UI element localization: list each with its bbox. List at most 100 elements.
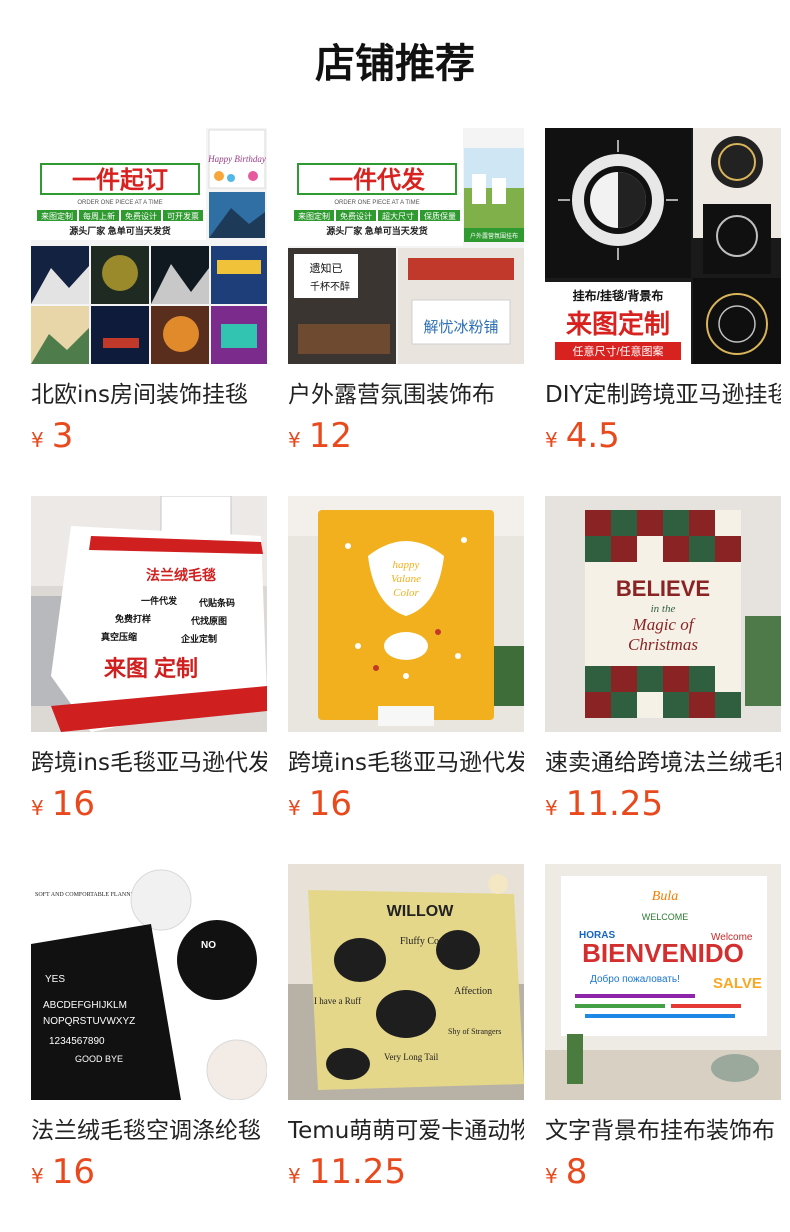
product-name[interactable]: Temu萌萌可爱卡通动物毛毯 [288,1116,524,1146]
product-price: ¥8 [545,1152,587,1192]
product-price: ¥11.25 [545,784,663,824]
svg-text:Fluffy Coat: Fluffy Coat [400,936,446,947]
svg-text:来图定制: 来图定制 [566,309,670,339]
page-title: 店铺推荐 [315,41,475,87]
product-card[interactable]: 挂布/挂毯/背景布 来图定制 任意尺寸/任意图案 DIY定制跨境亚马逊挂毯 ¥4… [545,128,781,456]
svg-text:保质保量: 保质保量 [424,211,456,221]
product-image[interactable]: 挂布/挂毯/背景布 来图定制 任意尺寸/任意图案 [545,128,781,364]
svg-text:Color: Color [393,587,419,599]
currency-symbol: ¥ [545,428,558,452]
product-price: ¥16 [31,784,95,824]
product-card[interactable]: 法兰绒毛毯 一件代发 代贴条码 免费打样 代找原图 真空压缩 企业定制 来图 定… [31,496,267,824]
product-name[interactable]: 北欧ins房间装饰挂毯 [31,380,267,410]
svg-text:Happy Birthday: Happy Birthday [207,154,266,164]
svg-text:NOPQRSTUVWXYZ: NOPQRSTUVWXYZ [43,1016,135,1027]
product-image[interactable]: SOFT AND COMFORTABLE FLANNEL FLEECE YES … [31,864,267,1100]
svg-text:WELCOME: WELCOME [642,912,689,922]
price-value: 16 [308,784,352,824]
price-value: 3 [51,416,74,456]
svg-text:Shy of Strangers: Shy of Strangers [448,1027,501,1036]
product-card[interactable]: BELIEVE in the Magic of Christmas 速卖通给跨境… [545,496,781,824]
product-name[interactable]: DIY定制跨境亚马逊挂毯 [545,380,781,410]
product-card[interactable]: WILLOW Fluffy Coat I have a Ruff Affecti… [288,864,524,1192]
svg-text:happy: happy [393,559,420,571]
svg-text:代找原图: 代找原图 [190,615,227,626]
product-image[interactable]: 一件起订 ORDER ONE PIECE AT A TIME 来图定制 每周上新… [31,128,267,364]
product-image[interactable]: WILLOW Fluffy Coat I have a Ruff Affecti… [288,864,524,1100]
product-card[interactable]: 一件起订 ORDER ONE PIECE AT A TIME 来图定制 每周上新… [31,128,267,456]
currency-symbol: ¥ [31,1164,44,1188]
svg-text:WILLOW: WILLOW [387,903,455,920]
price-value: 11.25 [308,1152,407,1192]
svg-text:Bula: Bula [652,889,678,904]
product-card[interactable]: WELCOME HORAS Welcome BIENVENIDO Добро п… [545,864,781,1192]
svg-text:SALVE: SALVE [713,975,762,992]
product-card[interactable]: happy Valane Color 跨境ins毛毯亚马逊代发 ¥ 16 [288,496,524,824]
svg-text:Very Long Tail: Very Long Tail [384,1052,439,1062]
svg-text:Christmas: Christmas [628,635,698,654]
svg-text:in the: in the [651,603,676,615]
svg-text:企业定制: 企业定制 [180,633,217,644]
price-value: 8 [565,1152,588,1192]
product-image[interactable]: 一件代发 ORDER ONE PIECE AT A TIME 来图定制 免费设计… [288,128,524,364]
svg-text:免费设计: 免费设计 [125,211,157,221]
product-name[interactable]: 跨境ins毛毯亚马逊代发 [288,748,524,778]
svg-text:Magic of: Magic of [632,615,696,634]
price-value: 11.25 [565,784,664,824]
banner-headline: 一件起订 [72,167,168,194]
price-value: 4.5 [565,416,620,456]
currency-symbol: ¥ [31,796,44,820]
currency-symbol: ¥ [31,428,44,452]
currency-symbol: ¥ [288,428,301,452]
svg-text:Affection: Affection [454,986,492,997]
svg-text:一件代发: 一件代发 [141,595,178,606]
svg-text:Добро пожаловать!: Добро пожаловать! [590,973,680,985]
product-image[interactable]: BELIEVE in the Magic of Christmas [545,496,781,732]
banner-subline: ORDER ONE PIECE AT A TIME [77,200,162,206]
svg-text:遗知已: 遗知已 [310,261,343,275]
svg-text:来图定制: 来图定制 [41,211,73,221]
product-name[interactable]: 户外露营氛围装饰布 [288,380,524,410]
product-name[interactable]: 法兰绒毛毯空调涤纶毯 [31,1116,267,1146]
svg-text:免费设计: 免费设计 [340,211,372,221]
svg-text:来图定制: 来图定制 [298,211,330,221]
svg-text:真空压缩: 真空压缩 [101,631,137,642]
product-grid: 一件起订 ORDER ONE PIECE AT A TIME 来图定制 每周上新… [31,128,790,1192]
currency-symbol: ¥ [288,796,301,820]
svg-text:Valane: Valane [391,573,421,585]
svg-text:解忧冰粉铺: 解忧冰粉铺 [423,319,498,336]
store-recommendations-page: 店铺推荐 一件起订 ORDER ONE PIECE AT A TIME 来图定制… [0,0,790,1232]
product-image[interactable]: happy Valane Color [288,496,524,732]
svg-text:法兰绒毛毯: 法兰绒毛毯 [146,567,216,583]
svg-text:1234567890: 1234567890 [49,1036,105,1047]
svg-text:ABCDEFGHIJKLM: ABCDEFGHIJKLM [43,1000,127,1011]
product-name[interactable]: 速卖通给跨境法兰绒毛毯 [545,748,781,778]
svg-text:BELIEVE: BELIEVE [616,576,710,601]
product-card[interactable]: SOFT AND COMFORTABLE FLANNEL FLEECE YES … [31,864,267,1192]
product-image[interactable]: WELCOME HORAS Welcome BIENVENIDO Добро п… [545,864,781,1100]
svg-text:免费打样: 免费打样 [115,613,151,624]
product-price: ¥16 [31,1152,95,1192]
svg-text:BIENVENIDO: BIENVENIDO [582,938,744,968]
svg-text:来图 定制: 来图 定制 [103,656,198,681]
svg-text:挂布/挂毯/背景布: 挂布/挂毯/背景布 [573,288,664,303]
price-value: 16 [51,784,95,824]
svg-text:ORDER ONE PIECE AT A TIME: ORDER ONE PIECE AT A TIME [334,200,419,206]
currency-symbol: ¥ [288,1164,301,1188]
svg-text:每周上新: 每周上新 [83,211,115,221]
price-value: 16 [51,1152,95,1192]
svg-text:代贴条码: 代贴条码 [198,597,235,608]
svg-text:户外露营氛围挂布: 户外露营氛围挂布 [470,232,518,240]
svg-text:可开发票: 可开发票 [167,211,199,221]
svg-text:I have a Ruff: I have a Ruff [314,996,361,1006]
product-image[interactable]: 法兰绒毛毯 一件代发 代贴条码 免费打样 代找原图 真空压缩 企业定制 来图 定… [31,496,267,732]
product-name[interactable]: 文字背景布挂布装饰布 [545,1116,781,1146]
svg-text:NO: NO [201,940,216,951]
product-price: ¥4.5 [545,416,620,456]
product-name[interactable]: 跨境ins毛毯亚马逊代发 [31,748,267,778]
svg-text:GOOD BYE: GOOD BYE [75,1054,123,1064]
svg-text:YES: YES [45,974,65,985]
product-card[interactable]: 一件代发 ORDER ONE PIECE AT A TIME 来图定制 免费设计… [288,128,524,456]
product-price: ¥12 [288,416,352,456]
svg-text:千杯不醉: 千杯不醉 [310,280,350,293]
